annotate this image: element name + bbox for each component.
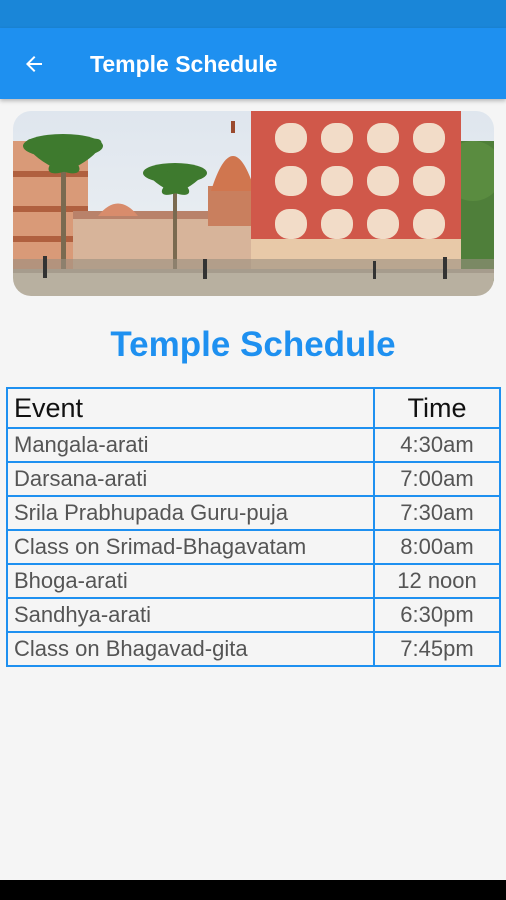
event-cell: Bhoga-arati — [7, 564, 374, 598]
table-row: Srila Prabhupada Guru-puja 7:30am — [7, 496, 500, 530]
event-cell: Sandhya-arati — [7, 598, 374, 632]
arrow-left-icon — [26, 56, 42, 72]
back-button[interactable] — [20, 50, 48, 78]
time-column-header: Time — [374, 388, 500, 428]
time-cell: 8:00am — [374, 530, 500, 564]
event-column-header: Event — [7, 388, 374, 428]
table-row: Sandhya-arati 6:30pm — [7, 598, 500, 632]
event-cell: Class on Bhagavad-gita — [7, 632, 374, 666]
event-cell: Srila Prabhupada Guru-puja — [7, 496, 374, 530]
event-cell: Mangala-arati — [7, 428, 374, 462]
time-cell: 7:45pm — [374, 632, 500, 666]
app-bar-title: Temple Schedule — [90, 51, 278, 77]
table-header-row: Event Time — [7, 388, 500, 428]
table-row: Bhoga-arati 12 noon — [7, 564, 500, 598]
navigation-bar — [0, 880, 506, 900]
time-cell: 12 noon — [374, 564, 500, 598]
page-heading: Temple Schedule — [110, 325, 396, 364]
time-cell: 7:30am — [374, 496, 500, 530]
time-cell: 6:30pm — [374, 598, 500, 632]
table-row: Darsana-arati 7:00am — [7, 462, 500, 496]
schedule-table: Event Time Mangala-arati 4:30am Darsana-… — [6, 387, 501, 667]
table-row: Class on Bhagavad-gita 7:45pm — [7, 632, 500, 666]
status-bar — [0, 0, 506, 28]
event-cell: Darsana-arati — [7, 462, 374, 496]
event-cell: Class on Srimad-Bhagavatam — [7, 530, 374, 564]
temple-banner-image — [13, 111, 494, 296]
table-row: Class on Srimad-Bhagavatam 8:00am — [7, 530, 500, 564]
time-cell: 7:00am — [374, 462, 500, 496]
time-cell: 4:30am — [374, 428, 500, 462]
table-row: Mangala-arati 4:30am — [7, 428, 500, 462]
app-bar: Temple Schedule — [0, 28, 506, 99]
